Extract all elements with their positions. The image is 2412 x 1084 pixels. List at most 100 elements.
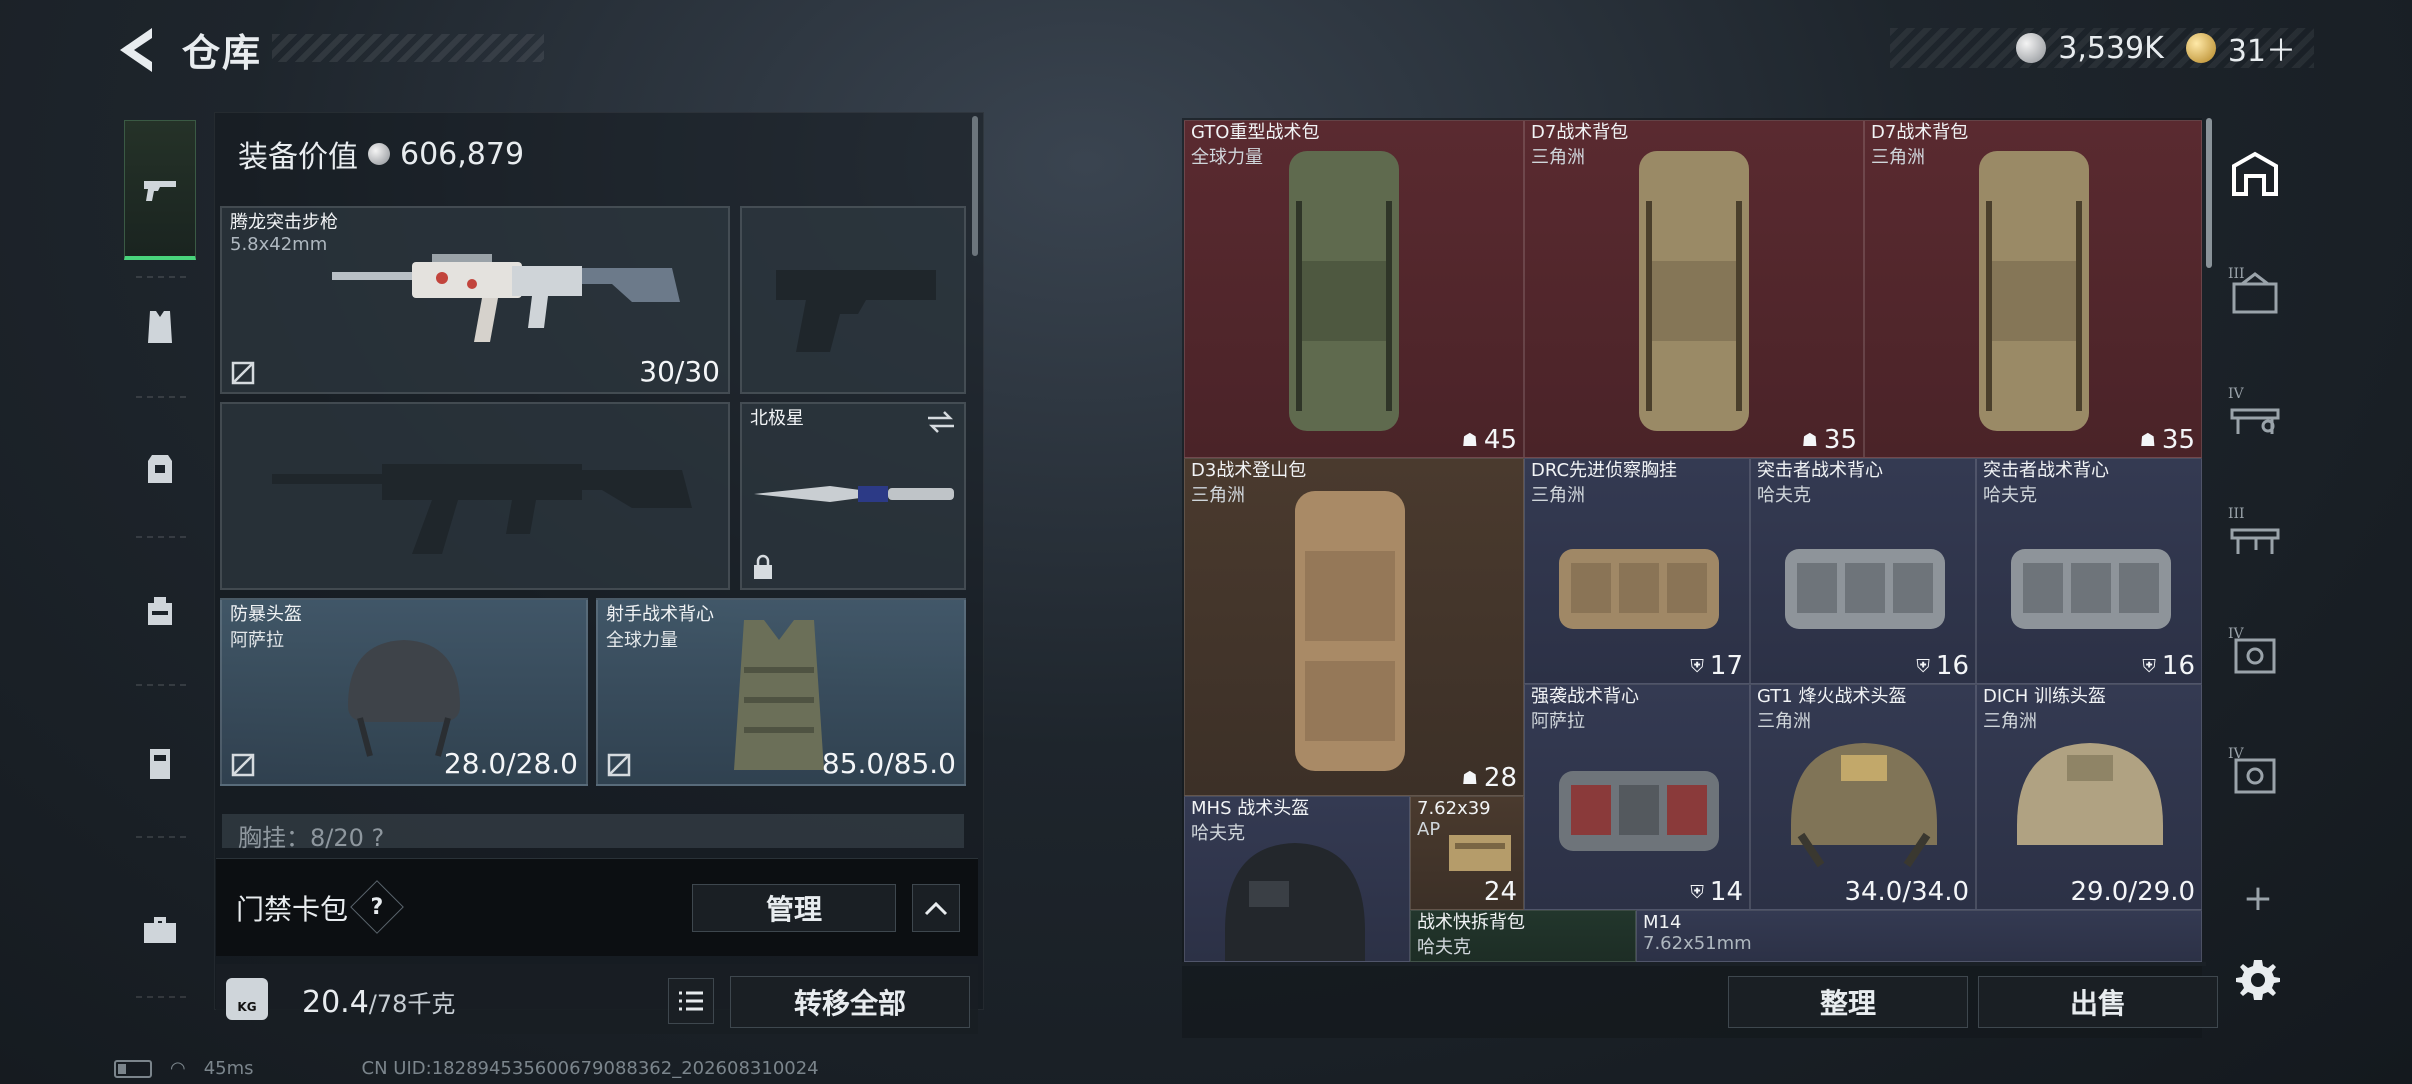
helmet-slot[interactable]: 防暴头盔 阿萨拉 28.0/28.0 xyxy=(220,598,588,786)
melee-name: 北极星 xyxy=(750,408,804,429)
helmet-brand: 阿萨拉 xyxy=(230,630,284,651)
storage-item[interactable]: 强袭战术背心 阿萨拉 ⛨ 14 xyxy=(1524,684,1750,910)
weight-icon: ☗ xyxy=(1801,429,1818,451)
storage-item[interactable]: D7战术背包 三角洲 ☗ 35 xyxy=(1864,120,2202,458)
swap-icon[interactable] xyxy=(926,410,956,434)
gold-coin-icon xyxy=(2185,33,2216,63)
storage-item[interactable]: 突击者战术背心 哈夫克 ⛨ 16 xyxy=(1976,458,2202,684)
item-count: ☗ 28 xyxy=(1462,763,1517,793)
vest-image xyxy=(2011,549,2171,629)
storage-tab-2[interactable]: III xyxy=(2220,254,2290,334)
nav-weapons[interactable] xyxy=(124,120,196,260)
item-name: 战术快拆背包 xyxy=(1417,912,1525,933)
armor-slot[interactable]: 射手战术背心 全球力量 85.0/85.0 xyxy=(596,598,966,786)
storage-item[interactable]: DRC先进侦察胸挂 三角洲 ⛨ 17 xyxy=(1524,458,1750,684)
back-arrow-icon[interactable] xyxy=(112,24,160,76)
equipment-value-label: 装备价值 xyxy=(238,140,358,175)
storage-item[interactable]: MHS 战术头盔 哈夫克 xyxy=(1184,796,1410,962)
silver-coin-icon xyxy=(2016,33,2047,63)
lock-icon xyxy=(754,554,772,579)
container-icon xyxy=(150,749,170,779)
armor-vest-image xyxy=(734,620,824,770)
item-name: D7战术背包 xyxy=(1531,122,1629,143)
storage-item[interactable]: D7战术背包 三角洲 ☗ 35 xyxy=(1524,120,1864,458)
carry-weight: 20.4/78千克 xyxy=(302,984,455,1020)
left-category-nav xyxy=(112,106,202,1010)
equipment-scrollbar[interactable] xyxy=(972,116,978,256)
manage-button[interactable]: 管理 xyxy=(692,884,896,932)
collapse-button[interactable] xyxy=(912,884,960,932)
equipment-value-amount: 606,879 xyxy=(400,136,525,172)
primary-weapon-name: 腾龙突击步枪 xyxy=(230,212,338,233)
pistol-icon xyxy=(144,180,176,201)
item-count: ⛨ 17 xyxy=(1690,651,1743,681)
currency-bar: 3,539K 31＋ xyxy=(1890,26,2314,70)
not-insurable-icon xyxy=(231,361,255,385)
item-count-value: 35 xyxy=(1823,425,1857,455)
equipment-value: 装备价值 606,879 xyxy=(238,132,524,176)
item-name: DRC先进侦察胸挂 xyxy=(1531,460,1678,481)
item-brand: 三角洲 xyxy=(1871,147,1925,168)
storage-item[interactable]: GTO重型战术包 全球力量 ☗ 45 xyxy=(1184,120,1524,458)
chevron-up-icon xyxy=(924,901,948,916)
item-count-value: 45 xyxy=(1483,425,1517,455)
backpack-image xyxy=(1295,491,1405,771)
storage-item[interactable]: GT1 烽火战术头盔 三角洲 34.0/34.0 xyxy=(1750,684,1976,910)
nav-armor[interactable] xyxy=(124,282,196,372)
tier-label: IV xyxy=(2228,386,2244,402)
armor-name: 射手战术背心 xyxy=(606,604,714,625)
vest-image xyxy=(1559,771,1719,851)
nav-toolbox[interactable] xyxy=(124,884,196,974)
chest-rig-row[interactable]: 胸挂：8/20 ? xyxy=(222,814,964,852)
ammo-box-image xyxy=(1449,835,1511,871)
transfer-all-button[interactable]: 转移全部 xyxy=(730,976,970,1028)
storage-tab-4[interactable]: III xyxy=(2220,494,2290,574)
rifle-silhouette-icon xyxy=(272,464,692,554)
storage-tab-6[interactable]: IV xyxy=(2220,734,2290,814)
item-durability: 34.0/34.0 xyxy=(1844,877,1969,907)
gold-currency-value[interactable]: 31＋ xyxy=(2228,26,2296,70)
storage-tab-3[interactable]: IV xyxy=(2220,374,2290,454)
item-count-value: 35 xyxy=(2161,425,2195,455)
sort-button[interactable]: 整理 xyxy=(1728,976,1968,1028)
tier-label: III xyxy=(2228,266,2245,282)
item-count-value: 16 xyxy=(2161,651,2195,681)
storage-item[interactable]: DICH 训练头盔 三角洲 29.0/29.0 xyxy=(1976,684,2202,910)
chest-rig-capacity: 胸挂：8/20 ? xyxy=(238,824,385,852)
storage-item[interactable]: D3战术登山包 三角洲 ☗ 28 xyxy=(1184,458,1524,796)
item-count: ⛨ 16 xyxy=(2142,651,2195,681)
carry-weight-current: 20.4 xyxy=(302,985,369,1020)
storage-item[interactable]: 7.62x39 AP 24 xyxy=(1410,796,1524,910)
item-name: GTO重型战术包 xyxy=(1191,122,1320,143)
nav-bag[interactable] xyxy=(124,566,196,656)
not-insurable-icon xyxy=(607,753,631,777)
storage-item[interactable]: M14 7.62x51mm xyxy=(1636,910,2202,962)
item-name: D7战术背包 xyxy=(1871,122,1969,143)
list-view-button[interactable] xyxy=(668,978,714,1024)
weight-icon: ☗ xyxy=(1461,429,1478,451)
secondary-weapon-slot-empty[interactable] xyxy=(220,402,730,590)
add-storage-button[interactable]: + xyxy=(2240,878,2276,919)
melee-slot[interactable]: 北极星 xyxy=(740,402,966,590)
storage-scrollbar[interactable] xyxy=(2206,118,2212,268)
nav-container[interactable] xyxy=(124,718,196,808)
primary-weapon-slot[interactable]: 腾龙突击步枪 5.8x42mm 30/30 xyxy=(220,206,730,394)
nav-backpack[interactable] xyxy=(124,422,196,512)
wifi-icon: ◠ xyxy=(170,1058,186,1079)
item-name: 突击者战术背心 xyxy=(1757,460,1883,481)
storage-item[interactable]: 突击者战术背心 哈夫克 ⛨ 16 xyxy=(1750,458,1976,684)
item-durability-value: 34.0/34.0 xyxy=(1844,877,1969,907)
storage-tab-5[interactable]: IV xyxy=(2220,614,2290,694)
carry-weight-max: /78千克 xyxy=(368,990,456,1018)
storage-tab-home[interactable] xyxy=(2220,134,2290,214)
tier-label: IV xyxy=(2228,626,2244,642)
item-count: ☗ 45 xyxy=(1462,425,1517,455)
vest-icon xyxy=(148,311,172,343)
sell-button[interactable]: 出售 xyxy=(1978,976,2218,1028)
item-count: ☗ 35 xyxy=(1802,425,1857,455)
not-insurable-icon xyxy=(231,753,255,777)
helmet-image xyxy=(348,640,460,757)
gear-icon[interactable] xyxy=(2234,956,2282,1004)
storage-item[interactable]: 战术快拆背包 哈夫克 xyxy=(1410,910,1636,962)
pistol-slot-empty[interactable] xyxy=(740,206,966,394)
